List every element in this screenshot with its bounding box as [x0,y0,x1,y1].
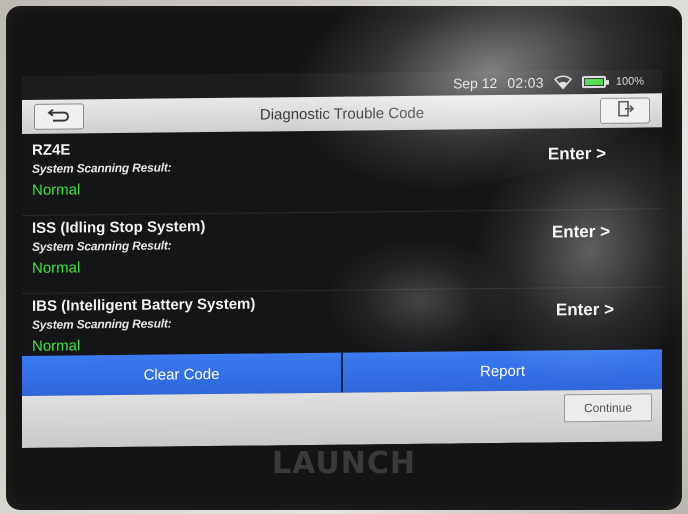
status-date: Sep 12 [452,75,498,92]
system-name: RZ4E [32,141,71,159]
scan-result-label: System Scanning Result: [32,238,172,254]
exit-icon [616,100,635,121]
enter-button[interactable]: Enter > [556,300,614,321]
scan-result-label: System Scanning Result: [32,316,172,332]
status-time: 02:03 [507,74,544,91]
action-bar: Clear Code Report [22,349,662,396]
scan-result-label: System Scanning Result: [32,160,172,176]
system-name: IBS (Intelligent Battery System) [32,295,256,315]
device-screen: Sep 12 02:03 100% Diagnostic Trouble Cod… [22,69,662,448]
back-button[interactable] [34,103,84,130]
system-name: ISS (Idling Stop System) [32,218,206,237]
title-bar: Diagnostic Trouble Code [22,93,662,134]
battery-icon [581,75,606,89]
bottom-bar: Continue [22,389,662,448]
enter-button[interactable]: Enter > [552,222,610,243]
wifi-icon [553,75,572,90]
continue-button[interactable]: Continue [564,393,652,423]
scan-tool-device: Sep 12 02:03 100% Diagnostic Trouble Cod… [6,6,682,510]
system-result-list: RZ4E System Scanning Result: Normal Ente… [22,131,662,372]
back-arrow-icon [47,106,71,127]
clear-code-button[interactable]: Clear Code [22,352,343,396]
system-status: Normal [32,337,81,355]
brand-logo: LAUNCH [271,446,416,481]
exit-button[interactable] [600,97,650,124]
list-item[interactable]: RZ4E System Scanning Result: Normal Ente… [22,131,662,216]
enter-button[interactable]: Enter > [548,144,606,165]
system-status: Normal [32,181,81,199]
system-status: Normal [32,259,81,277]
list-item[interactable]: ISS (Idling Stop System) System Scanning… [22,209,662,294]
report-button[interactable]: Report [343,349,662,393]
page-title: Diagnostic Trouble Code [259,104,425,124]
battery-percentage: 100% [615,75,644,88]
photo-background: Sep 12 02:03 100% Diagnostic Trouble Cod… [0,0,688,514]
